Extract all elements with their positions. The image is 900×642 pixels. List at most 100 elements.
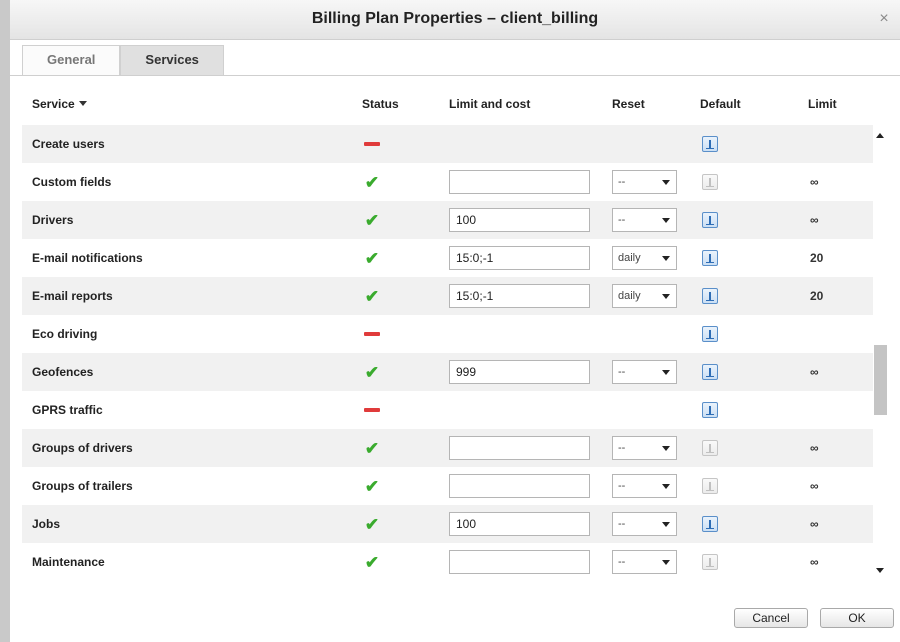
table-row[interactable]: E-mail notifications ✔ daily 20: [22, 239, 873, 277]
default-info-icon[interactable]: [702, 402, 718, 418]
status-cell[interactable]: [360, 125, 384, 163]
status-cell[interactable]: ✔: [360, 201, 384, 239]
limit-cost-cell: [449, 543, 590, 581]
table-row[interactable]: Drivers ✔ -- ∞: [22, 201, 873, 239]
default-info-icon[interactable]: [702, 516, 718, 532]
checkmark-icon[interactable]: ✔: [365, 516, 379, 533]
status-cell[interactable]: [360, 315, 384, 353]
default-info-icon[interactable]: [702, 478, 718, 494]
status-cell[interactable]: ✔: [360, 429, 384, 467]
status-cell[interactable]: ✔: [360, 467, 384, 505]
column-header-reset: Reset: [612, 97, 645, 111]
checkmark-icon[interactable]: ✔: [365, 288, 379, 305]
scroll-up-icon[interactable]: [876, 133, 884, 138]
checkmark-icon[interactable]: ✔: [365, 554, 379, 571]
checkmark-icon[interactable]: ✔: [365, 212, 379, 229]
cancel-button[interactable]: Cancel: [734, 608, 808, 628]
status-cell[interactable]: ✔: [360, 543, 384, 581]
limit-cost-input[interactable]: [449, 436, 590, 460]
billing-plan-dialog: Billing Plan Properties – client_billing…: [0, 0, 900, 642]
default-cell: [702, 429, 718, 467]
default-cell: [702, 277, 718, 315]
dialog-title: Billing Plan Properties – client_billing: [311, 10, 599, 27]
table-row[interactable]: Custom fields ✔ -- ∞: [22, 163, 873, 201]
column-header-limit: Limit: [808, 97, 837, 111]
chevron-down-icon: [662, 180, 670, 185]
chevron-down-icon: [662, 294, 670, 299]
limit-cost-input[interactable]: [449, 284, 590, 308]
chevron-down-icon: [662, 370, 670, 375]
limit-cost-input[interactable]: [449, 550, 590, 574]
service-name: Jobs: [32, 517, 61, 531]
limit-value: ∞: [810, 517, 819, 531]
ok-button[interactable]: OK: [820, 608, 894, 628]
column-header-service[interactable]: Service: [32, 97, 87, 111]
default-cell: [702, 125, 718, 163]
limit-cost-input[interactable]: [449, 512, 590, 536]
default-cell: [702, 391, 718, 429]
checkmark-icon[interactable]: ✔: [365, 174, 379, 191]
default-info-icon[interactable]: [702, 174, 718, 190]
scroll-down-icon[interactable]: [876, 568, 884, 573]
limit-cost-input[interactable]: [449, 474, 590, 498]
limit-cost-input[interactable]: [449, 170, 590, 194]
reset-select[interactable]: --: [612, 550, 677, 574]
vertical-scrollbar[interactable]: [873, 125, 888, 581]
minus-icon[interactable]: [364, 332, 380, 336]
reset-select[interactable]: --: [612, 436, 677, 460]
table-row[interactable]: GPRS traffic: [22, 391, 873, 429]
tab-services[interactable]: Services: [120, 45, 224, 75]
table-row[interactable]: Groups of drivers ✔ -- ∞: [22, 429, 873, 467]
table-row[interactable]: Maintenance ✔ -- ∞: [22, 543, 873, 581]
reset-select[interactable]: daily: [612, 284, 677, 308]
column-header-status: Status: [362, 97, 399, 111]
limit-cost-cell: [449, 429, 590, 467]
default-cell: [702, 467, 718, 505]
default-info-icon[interactable]: [702, 212, 718, 228]
default-info-icon[interactable]: [702, 440, 718, 456]
tab-general[interactable]: General: [22, 45, 121, 75]
reset-select[interactable]: --: [612, 474, 677, 498]
close-icon[interactable]: ×: [876, 11, 892, 27]
reset-select[interactable]: --: [612, 208, 677, 232]
limit-cost-input[interactable]: [449, 208, 590, 232]
dialog-titlebar[interactable]: Billing Plan Properties – client_billing…: [10, 0, 900, 40]
reset-select[interactable]: --: [612, 360, 677, 384]
default-cell: [702, 201, 718, 239]
scrollbar-thumb[interactable]: [874, 345, 887, 415]
reset-cell: --: [612, 467, 677, 505]
status-cell[interactable]: [360, 391, 384, 429]
default-info-icon[interactable]: [702, 554, 718, 570]
reset-select[interactable]: --: [612, 170, 677, 194]
reset-select[interactable]: daily: [612, 246, 677, 270]
table-row[interactable]: Jobs ✔ -- ∞: [22, 505, 873, 543]
limit-cost-input[interactable]: [449, 246, 590, 270]
checkmark-icon[interactable]: ✔: [365, 478, 379, 495]
status-cell[interactable]: ✔: [360, 163, 384, 201]
status-cell[interactable]: ✔: [360, 239, 384, 277]
checkmark-icon[interactable]: ✔: [365, 440, 379, 457]
status-cell[interactable]: ✔: [360, 505, 384, 543]
default-info-icon[interactable]: [702, 364, 718, 380]
service-name: GPRS traffic: [32, 403, 103, 417]
default-info-icon[interactable]: [702, 136, 718, 152]
default-cell: [702, 543, 718, 581]
table-row[interactable]: Geofences ✔ -- ∞: [22, 353, 873, 391]
table-row[interactable]: Create users: [22, 125, 873, 163]
minus-icon[interactable]: [364, 142, 380, 146]
table-row[interactable]: Eco driving: [22, 315, 873, 353]
status-cell[interactable]: ✔: [360, 353, 384, 391]
column-header-limit-cost: Limit and cost: [449, 97, 531, 111]
table-row[interactable]: Groups of trailers ✔ -- ∞: [22, 467, 873, 505]
default-info-icon[interactable]: [702, 250, 718, 266]
reset-select[interactable]: --: [612, 512, 677, 536]
limit-cost-input[interactable]: [449, 360, 590, 384]
checkmark-icon[interactable]: ✔: [365, 364, 379, 381]
default-info-icon[interactable]: [702, 288, 718, 304]
status-cell[interactable]: ✔: [360, 277, 384, 315]
default-info-icon[interactable]: [702, 326, 718, 342]
checkmark-icon[interactable]: ✔: [365, 250, 379, 267]
minus-icon[interactable]: [364, 408, 380, 412]
column-header-default: Default: [700, 97, 741, 111]
table-row[interactable]: E-mail reports ✔ daily 20: [22, 277, 873, 315]
